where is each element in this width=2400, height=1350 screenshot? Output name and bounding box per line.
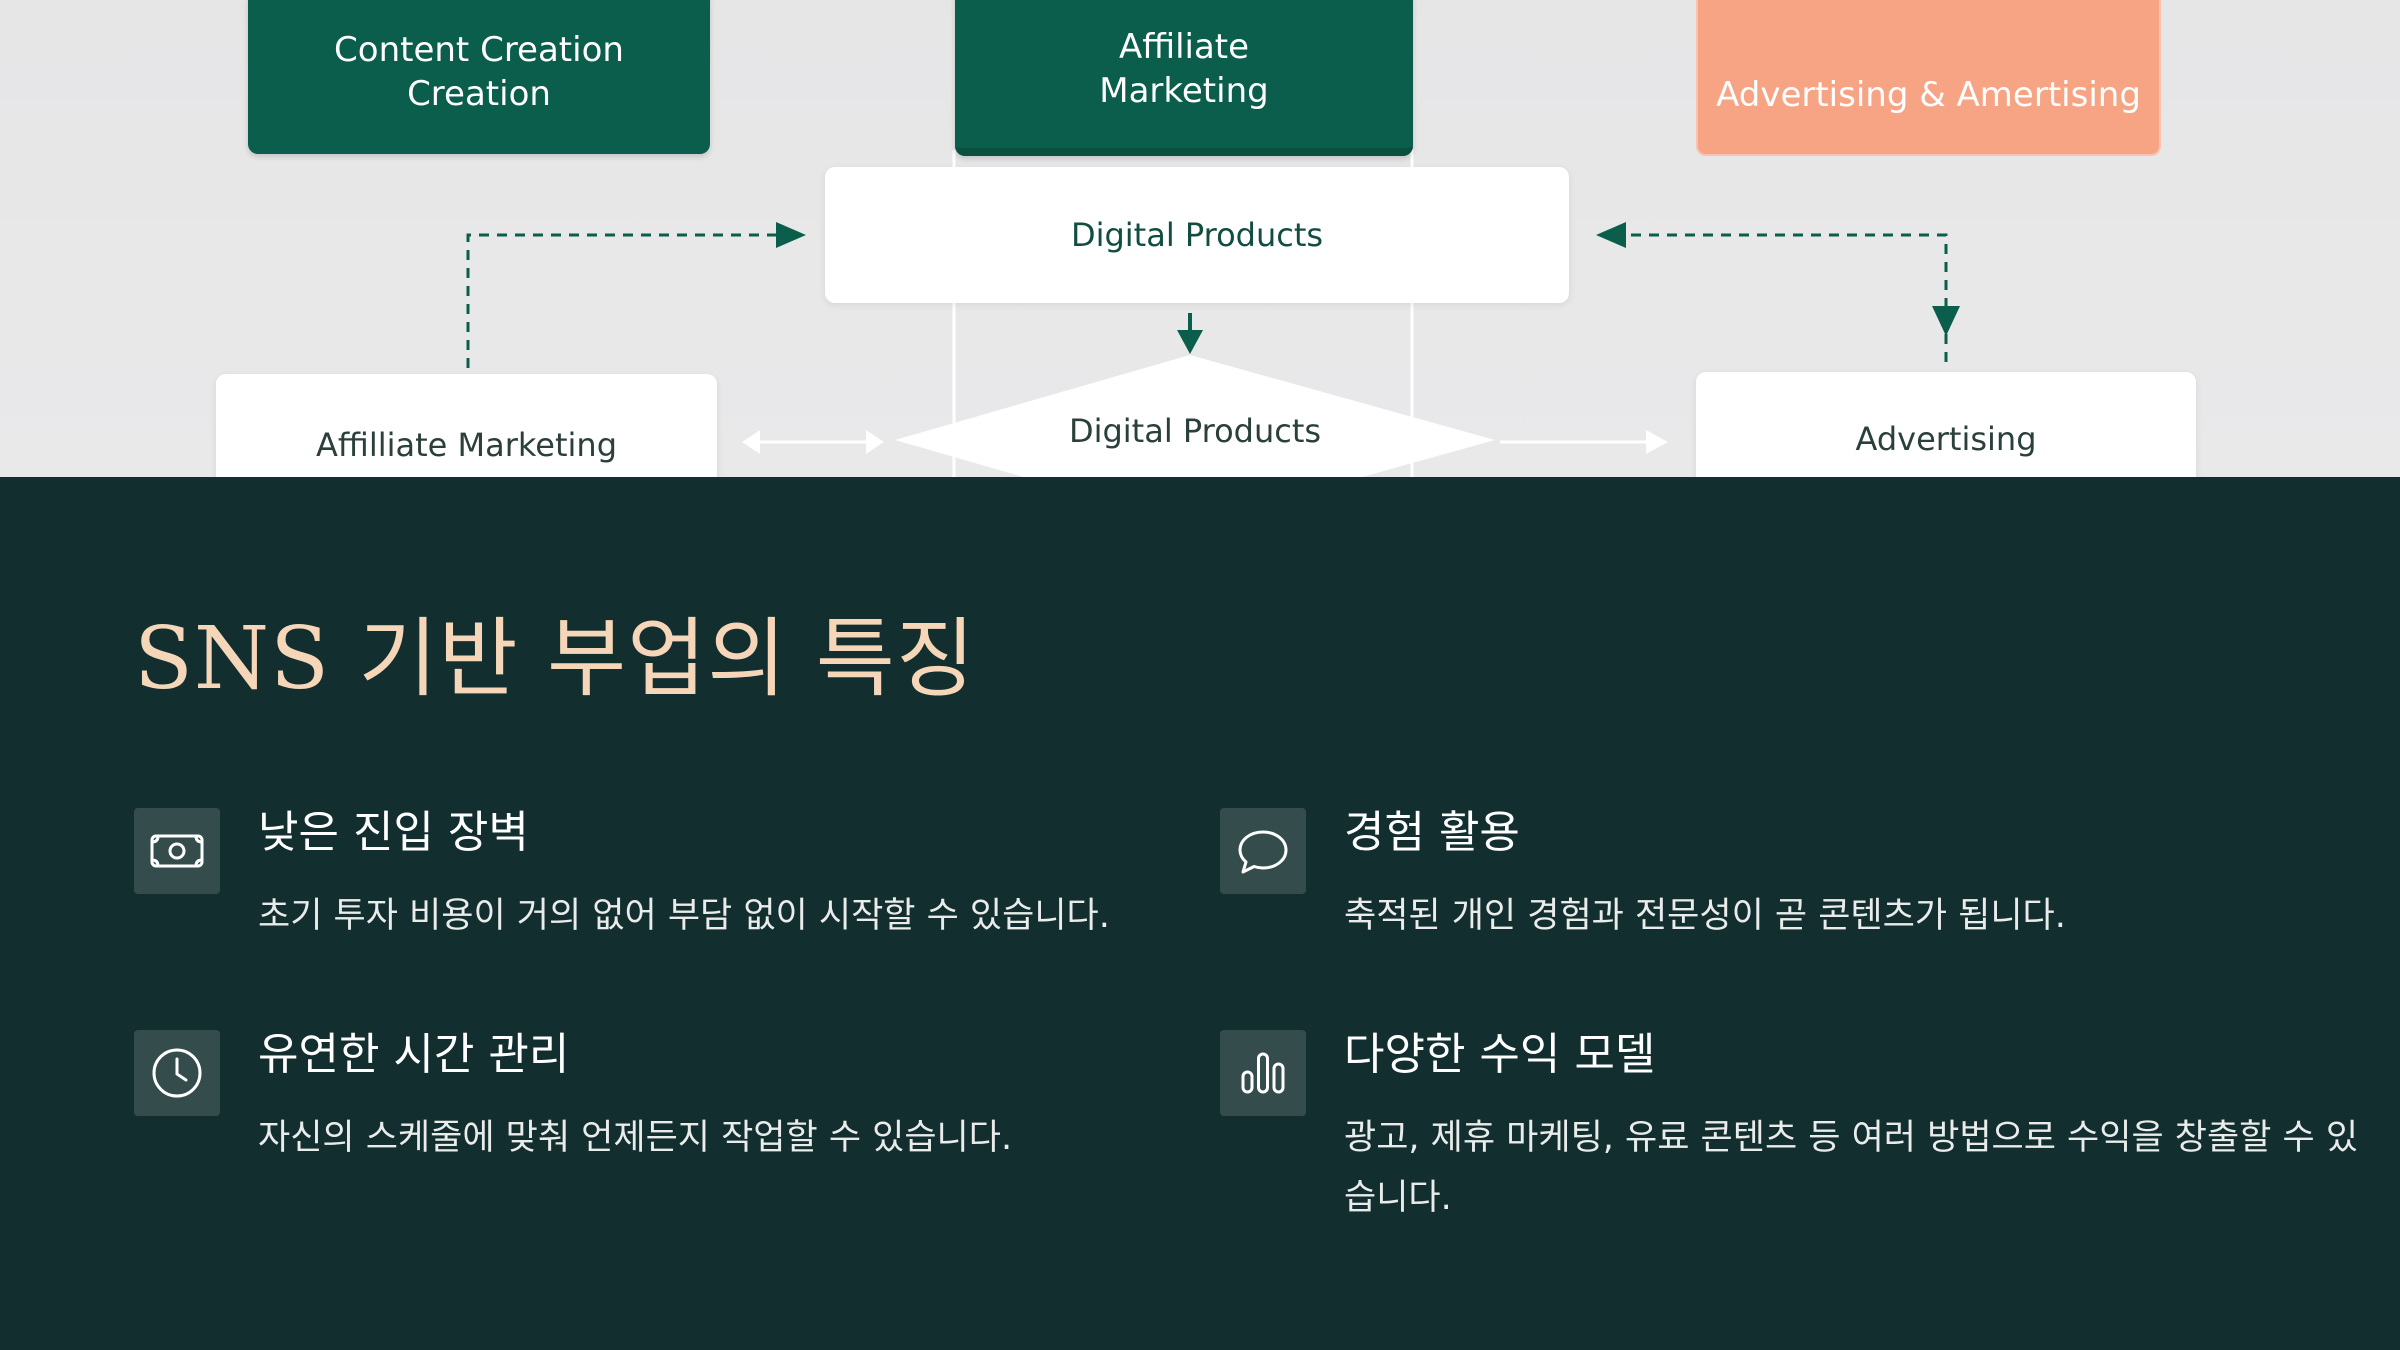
clock-icon bbox=[134, 1030, 220, 1116]
arrow-head-down-right bbox=[1932, 306, 1960, 336]
speech-bubble-icon bbox=[1220, 808, 1306, 894]
box-affiliate-marketing-bottom: Affilliate Marketing bbox=[216, 374, 717, 477]
feature-desc: 자신의 스케줄에 맞춰 언제든지 작업할 수 있습니다. bbox=[258, 1118, 1013, 1158]
feature-title: 경험 활용 bbox=[1344, 807, 1520, 858]
box-affiliate-marketing-top-label: Affiliate Marketing bbox=[1099, 27, 1269, 111]
box-advertising-top-label: Advertising & Amertising bbox=[1716, 75, 2141, 115]
center-down-arrow bbox=[1177, 330, 1203, 354]
box-content-creation-label: Content Creation Creation bbox=[334, 30, 624, 114]
revenue-diagram: Content Creation Creation Affiliate Mark… bbox=[0, 0, 2400, 477]
feature-desc: 광고, 제휴 마케팅, 유료 콘텐츠 등 여러 방법으로 수익을 창출할 수 있… bbox=[1344, 1118, 2359, 1218]
box-affiliate-marketing-top: Affiliate Marketing bbox=[955, 0, 1413, 156]
bar-chart-icon bbox=[1220, 1030, 1306, 1116]
feature-desc: 축적된 개인 경험과 전문성이 곧 콘텐츠가 됩니다. bbox=[1344, 896, 2066, 936]
dashed-connector-left bbox=[466, 233, 776, 368]
box-digital-products-center: Digital Products bbox=[825, 167, 1569, 303]
feature-title: 낮은 진입 장벽 bbox=[258, 807, 529, 858]
white-arrow-left-head-a bbox=[742, 430, 760, 454]
diamond-digital-products-label: Digital Products bbox=[1068, 412, 1322, 450]
box-content-creation: Content Creation Creation bbox=[248, 0, 710, 154]
box-affiliate-marketing-bottom-label: Affilliate Marketing bbox=[316, 426, 617, 464]
white-arrow-right-head bbox=[1646, 430, 1668, 454]
arrow-head-left bbox=[776, 222, 806, 248]
section-title: SNS 기반 부업의 특징 bbox=[134, 609, 976, 709]
feature-desc: 초기 투자 비용이 거의 없어 부담 없이 시작할 수 있습니다. bbox=[258, 896, 1110, 936]
feature-title: 다양한 수익 모델 bbox=[1344, 1029, 1656, 1080]
dashed-connector-right bbox=[1626, 233, 1948, 362]
box-advertising-top: Advertising & Amertising bbox=[1696, 0, 2161, 156]
money-icon bbox=[134, 808, 220, 894]
feature-title: 유연한 시간 관리 bbox=[258, 1029, 570, 1080]
box-digital-products-center-label: Digital Products bbox=[1070, 216, 1324, 254]
box-advertising-bottom: Advertising bbox=[1696, 372, 2196, 477]
arrow-head-center-right bbox=[1596, 222, 1626, 248]
box-advertising-bottom-label: Advertising bbox=[1855, 420, 2037, 458]
white-arrow-left-head-b bbox=[866, 430, 884, 454]
